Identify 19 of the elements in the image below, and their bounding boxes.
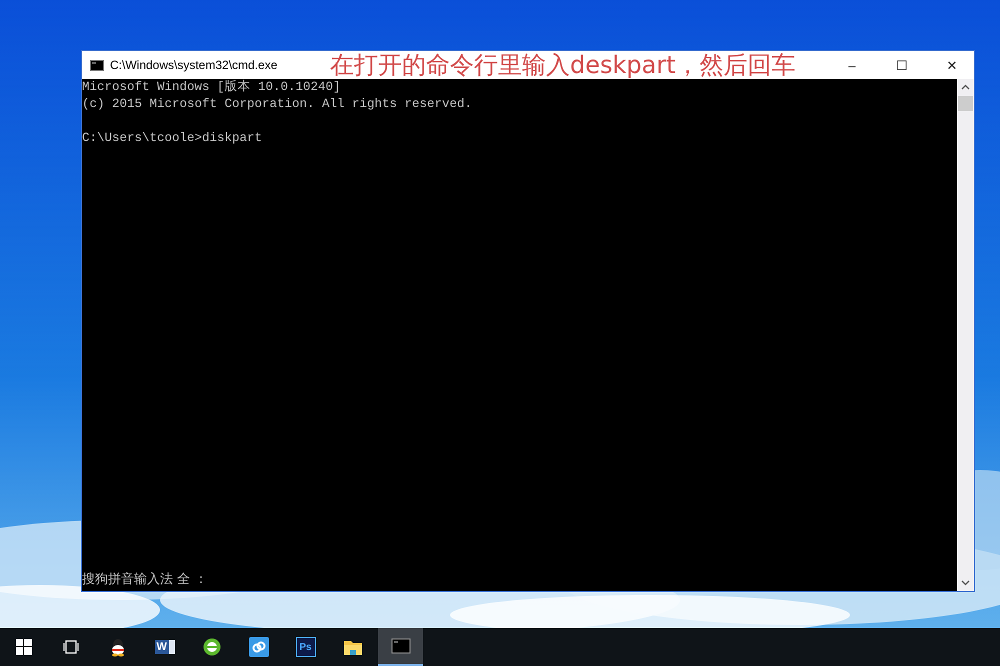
browser-icon	[202, 637, 222, 657]
window-control-button[interactable]: –	[830, 51, 874, 79]
window-title: C:\Windows\system32\cmd.exe	[110, 58, 278, 72]
console-icon	[390, 636, 410, 656]
scrollbar-thumb[interactable]	[958, 96, 973, 111]
window-control-button[interactable]: ✕	[930, 51, 974, 79]
ps-icon: Ps	[296, 637, 316, 657]
console-line: (c) 2015 Microsoft Corporation. All rights reserved.	[82, 96, 474, 113]
scrollbar[interactable]	[957, 79, 974, 591]
ime-status: 搜狗拼音输入法 全 ：	[82, 571, 208, 589]
taskbar-button[interactable]: Ps	[282, 628, 329, 666]
console-line: Microsoft Windows [版本 10.0.10240]	[82, 79, 342, 96]
window-control-button[interactable]: ☐	[880, 51, 924, 79]
taskbar-button[interactable]	[378, 628, 423, 666]
windows-logo-icon	[14, 637, 34, 657]
console-line: C:\Users\tcoole>diskpart	[82, 130, 264, 147]
taskbar-button[interactable]: W	[141, 628, 188, 666]
annotation-text: 在打开的命令行里输入deskpart，然后回车	[330, 50, 796, 80]
console-icon	[90, 60, 104, 70]
